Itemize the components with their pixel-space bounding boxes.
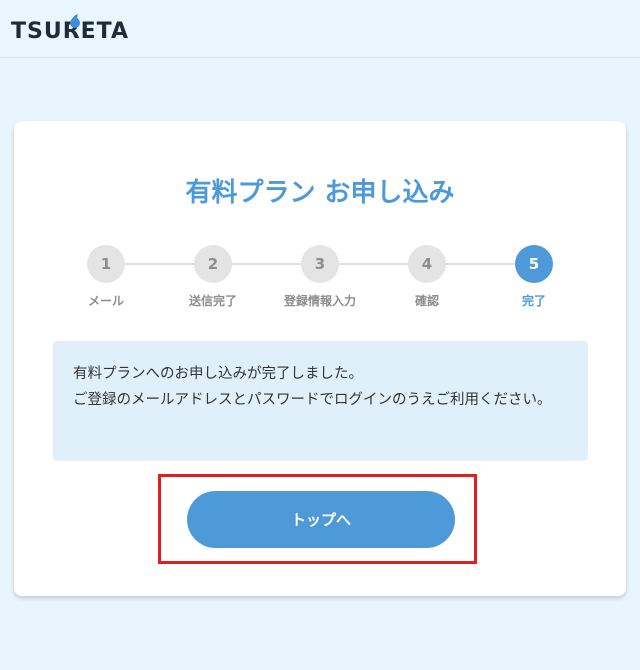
top-button[interactable]: トップへ: [187, 491, 455, 548]
step-number: 4: [408, 245, 446, 283]
page-title: 有料プラン お申し込み: [185, 178, 455, 208]
step-number: 2: [194, 245, 232, 283]
drop-icon: [70, 14, 80, 28]
step-1: 1 メール: [61, 245, 151, 309]
step-label: メール: [87, 294, 124, 308]
step-label: 登録情報入力: [283, 294, 356, 308]
step-label: 確認: [414, 294, 439, 308]
step-5: 5 完了: [489, 245, 579, 309]
step-label: 送信完了: [188, 294, 237, 308]
tsureta-logo[interactable]: TSURETA: [11, 14, 129, 46]
step-2: 2 送信完了: [168, 245, 258, 309]
completion-message: 有料プランへのお申し込みが完了しました。 ご登録のメールアドレスとパスワードでロ…: [53, 341, 588, 461]
site-header: TSURETA: [0, 0, 640, 58]
application-card: 有料プラン お申し込み 1 メール 2 送信完了 3 登録情報入力 4 確認 5…: [14, 121, 626, 596]
message-line-1: 有料プランへのお申し込みが完了しました。: [73, 366, 363, 382]
step-number: 5: [515, 245, 553, 283]
step-number: 1: [87, 245, 125, 283]
step-number: 3: [301, 245, 339, 283]
step-4: 4 確認: [382, 245, 472, 309]
step-3: 3 登録情報入力: [275, 245, 365, 309]
message-line-2: ご登録のメールアドレスとパスワードでログインのうえご利用ください。: [73, 392, 552, 408]
step-label: 完了: [521, 294, 546, 308]
